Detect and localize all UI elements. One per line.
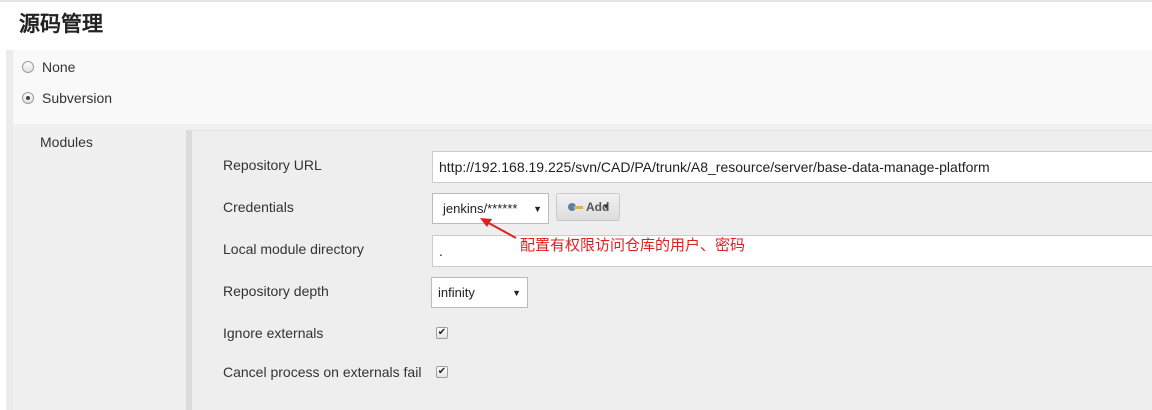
repository-url-input[interactable]: http://192.168.19.225/svn/CAD/PA/trunk/A… (432, 151, 1152, 183)
ignore-externals-checkbox[interactable]: ✔ (436, 327, 448, 339)
key-icon (568, 203, 583, 211)
local-module-directory-label: Local module directory (223, 241, 364, 257)
radio-subversion[interactable] (22, 92, 34, 104)
scm-option-none-label: None (42, 59, 76, 75)
ignore-externals-label: Ignore externals (223, 325, 324, 341)
annotation-arrow (480, 218, 517, 239)
repository-url-label: Repository URL (223, 157, 322, 173)
repository-depth-label: Repository depth (223, 283, 329, 299)
scm-option-subversion-label: Subversion (42, 90, 113, 106)
cancel-on-externals-fail-checkbox[interactable]: ✔ (436, 366, 448, 378)
radio-none[interactable] (22, 61, 34, 73)
repository-depth-select[interactable]: infinity ▼ (431, 277, 528, 308)
annotation-note: 配置有权限访问仓库的用户、密码 (520, 236, 746, 254)
scm-option-none[interactable]: None (22, 58, 75, 76)
chevron-down-icon: ▼ (533, 203, 542, 214)
section-title: 源码管理 (19, 12, 103, 36)
cancel-on-externals-fail-label: Cancel process on externals fail (223, 364, 422, 380)
scm-option-subversion[interactable]: Subversion (22, 89, 112, 107)
add-credentials-button[interactable]: Add ▼ (556, 193, 620, 221)
chevron-down-icon: ▼ (512, 287, 521, 298)
caret-down-icon: ▼ (602, 202, 610, 211)
credentials-label: Credentials (223, 199, 294, 215)
repository-depth-value: infinity (438, 285, 475, 300)
scm-panel-bar (6, 50, 13, 410)
modules-label: Modules (40, 134, 93, 150)
top-divider (0, 0, 1152, 2)
